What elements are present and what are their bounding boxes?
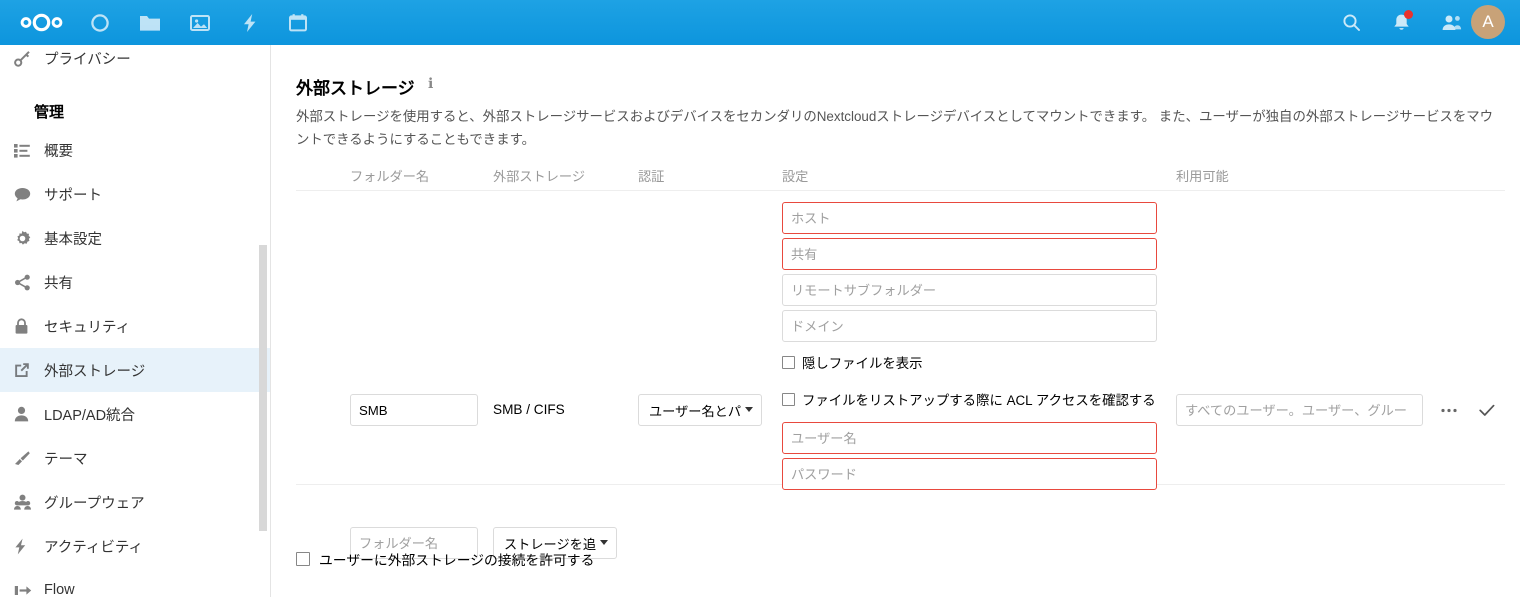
- checkbox-label: 隠しファイルを表示: [802, 356, 923, 371]
- backend-label: SMB / CIFS: [493, 402, 565, 417]
- comment-icon: [14, 185, 44, 203]
- gear-icon: [14, 229, 44, 247]
- config-domain-input[interactable]: [782, 310, 1157, 342]
- sidebar-item-privacy[interactable]: プライバシー: [0, 45, 270, 80]
- config-host-input[interactable]: [782, 202, 1157, 234]
- dashboard-icon: [91, 13, 109, 32]
- row-save-button[interactable]: [1474, 396, 1500, 424]
- app-icon-activity[interactable]: [225, 0, 275, 45]
- sidebar-item-label: 概要: [44, 143, 73, 160]
- nextcloud-logo[interactable]: [12, 0, 70, 45]
- checkbox-box: [296, 552, 310, 566]
- checkbox-label: ファイルをリストアップする際に ACL アクセスを確認する: [802, 393, 1156, 408]
- avatar[interactable]: A: [1471, 5, 1505, 39]
- group-icon: [14, 493, 44, 511]
- check-acl-checkbox[interactable]: ファイルをリストアップする際に ACL アクセスを確認する: [782, 389, 1156, 409]
- settings-sidebar: プライバシー 管理 概要 サポート 基本設定 共有 セキュリティ 外部ストレージ…: [0, 45, 271, 597]
- column-header-config: 設定: [782, 169, 809, 184]
- table-header-row: フォルダー名 外部ストレージ 認証 設定 利用可能: [296, 164, 1505, 191]
- flow-icon: [14, 581, 44, 597]
- top-header-bar: A: [0, 0, 1520, 45]
- contacts-icon: [1442, 15, 1461, 30]
- sidebar-item-ldap[interactable]: LDAP/AD統合: [0, 392, 270, 436]
- ellipsis-icon: [1441, 408, 1457, 412]
- list-icon: [14, 141, 44, 159]
- table-row: SMB / CIFS ユーザー名とパ 隠しファイルを表示 ファイルをリストアップ…: [296, 191, 1505, 490]
- key-icon: [14, 49, 44, 67]
- sidebar-item-support[interactable]: サポート: [0, 172, 270, 216]
- external-storage-table: フォルダー名 外部ストレージ 認証 設定 利用可能 SMB / CIFS ユーザ…: [296, 164, 1505, 559]
- page-description: 外部ストレージを使用すると、外部ストレージサービスおよびデバイスをセカンダリのN…: [296, 109, 1494, 147]
- info-icon[interactable]: ℹ: [428, 76, 433, 93]
- sidebar-item-label: 基本設定: [44, 231, 102, 248]
- show-hidden-files-checkbox[interactable]: 隠しファイルを表示: [782, 352, 923, 372]
- nextcloud-logo-icon: [20, 13, 62, 32]
- app-icon-dashboard[interactable]: [75, 0, 125, 45]
- photos-icon: [190, 14, 210, 31]
- sidebar-item-activity[interactable]: アクティビティ: [0, 524, 270, 568]
- app-icon-calendar[interactable]: [273, 0, 323, 45]
- row-more-options-icon[interactable]: [1436, 396, 1462, 424]
- sidebar-item-overview[interactable]: 概要: [0, 128, 270, 172]
- column-header-backend: 外部ストレージ: [493, 169, 586, 184]
- sidebar-group-heading: 管理: [34, 104, 65, 121]
- sidebar-item-label: 共有: [44, 275, 73, 292]
- sidebar-item-external-storage[interactable]: 外部ストレージ: [0, 348, 270, 392]
- search-button[interactable]: [1326, 0, 1376, 45]
- sidebar-item-sharing[interactable]: 共有: [0, 260, 270, 304]
- main-content: 外部ストレージ ℹ 外部ストレージを使用すると、外部ストレージサービスおよびデバ…: [272, 45, 1520, 597]
- sidebar-item-theming[interactable]: テーマ: [0, 436, 270, 480]
- sidebar-item-flow[interactable]: Flow: [0, 568, 270, 597]
- config-remote-subfolder-input[interactable]: [782, 274, 1157, 306]
- user-icon: [14, 405, 44, 423]
- check-icon: [1479, 404, 1495, 416]
- contacts-button[interactable]: [1426, 0, 1476, 45]
- chevron-down-icon: [745, 407, 753, 412]
- applicable-users-input[interactable]: [1176, 394, 1423, 426]
- sidebar-item-label: プライバシー: [44, 51, 131, 68]
- authentication-select-value: ユーザー名とパ: [649, 403, 742, 419]
- sidebar-scrollbar[interactable]: [259, 245, 267, 531]
- sidebar-item-label: テーマ: [44, 451, 88, 468]
- sidebar-item-label: Flow: [44, 582, 75, 597]
- config-share-input[interactable]: [782, 238, 1157, 270]
- checkbox-box: [782, 355, 795, 369]
- column-header-folder: フォルダー名: [350, 169, 430, 184]
- column-header-auth: 認証: [638, 169, 665, 184]
- calendar-icon: [289, 13, 307, 31]
- share-icon: [14, 273, 44, 291]
- activity-icon: [244, 13, 256, 32]
- app-icon-photos[interactable]: [175, 0, 225, 45]
- sidebar-item-security[interactable]: セキュリティ: [0, 304, 270, 348]
- notifications-button[interactable]: [1376, 0, 1426, 45]
- checkbox-box: [782, 392, 795, 406]
- chevron-down-icon: [600, 540, 608, 545]
- column-header-available: 利用可能: [1176, 169, 1229, 184]
- app-icon-files[interactable]: [125, 0, 175, 45]
- lock-icon: [14, 317, 44, 335]
- bolt-icon: [14, 537, 44, 555]
- sidebar-item-label: 外部ストレージ: [44, 363, 146, 380]
- search-icon: [1342, 14, 1360, 31]
- files-icon: [140, 15, 160, 31]
- brush-icon: [14, 449, 44, 467]
- sidebar-item-label: アクティビティ: [44, 539, 144, 556]
- checkbox-label: ユーザーに外部ストレージの接続を許可する: [319, 553, 595, 568]
- sidebar-scroll-area: プライバシー 管理 概要 サポート 基本設定 共有 セキュリティ 外部ストレージ…: [0, 45, 270, 597]
- username-input[interactable]: [782, 422, 1157, 454]
- mount-point-input[interactable]: [350, 394, 478, 426]
- sidebar-item-label: サポート: [44, 187, 102, 204]
- sidebar-item-label: LDAP/AD統合: [44, 407, 136, 424]
- avatar-initial: A: [1482, 12, 1494, 31]
- sidebar-item-label: グループウェア: [44, 495, 145, 512]
- external-link-icon: [14, 361, 44, 379]
- authentication-select[interactable]: ユーザー名とパ: [638, 394, 762, 426]
- sidebar-item-basic-settings[interactable]: 基本設定: [0, 216, 270, 260]
- sidebar-item-label: セキュリティ: [44, 319, 131, 336]
- sidebar-item-groupware[interactable]: グループウェア: [0, 480, 270, 524]
- notification-badge: [1404, 10, 1413, 19]
- allow-user-mounting-checkbox[interactable]: ユーザーに外部ストレージの接続を許可する: [296, 549, 594, 569]
- page-title: 外部ストレージ: [296, 79, 415, 98]
- password-input[interactable]: [782, 458, 1157, 490]
